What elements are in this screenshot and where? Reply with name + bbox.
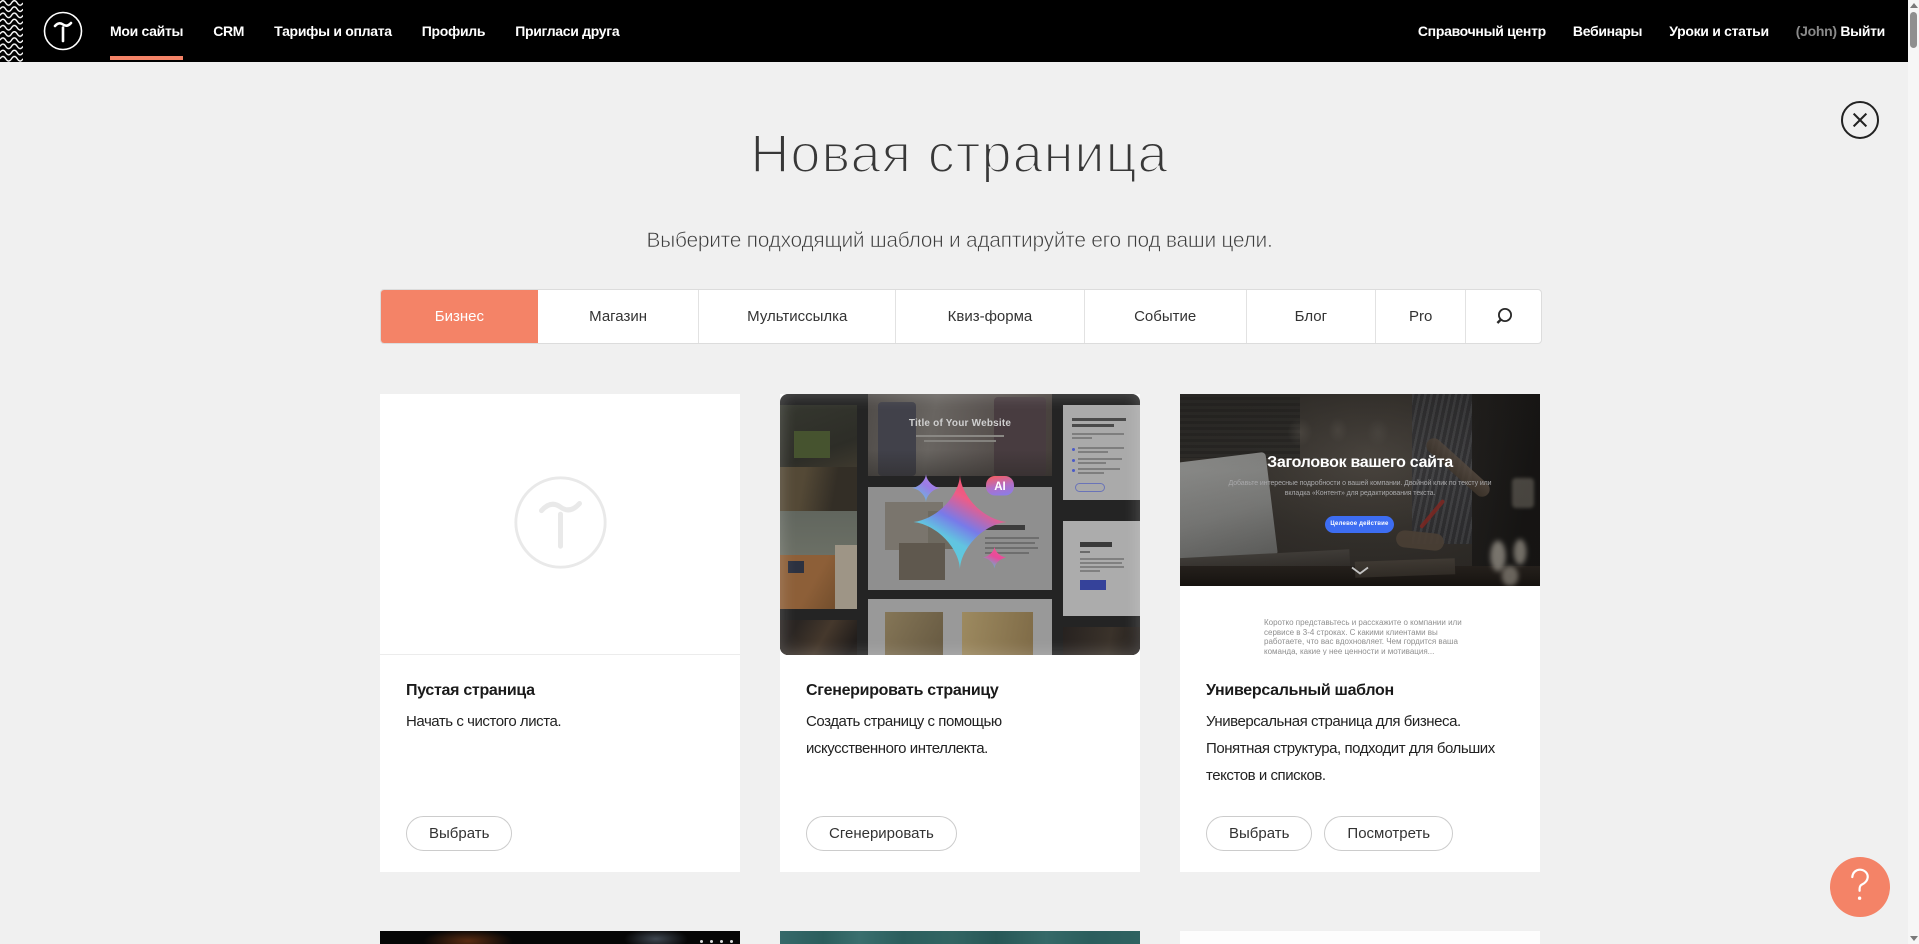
svg-text:AI: AI	[994, 481, 1006, 493]
